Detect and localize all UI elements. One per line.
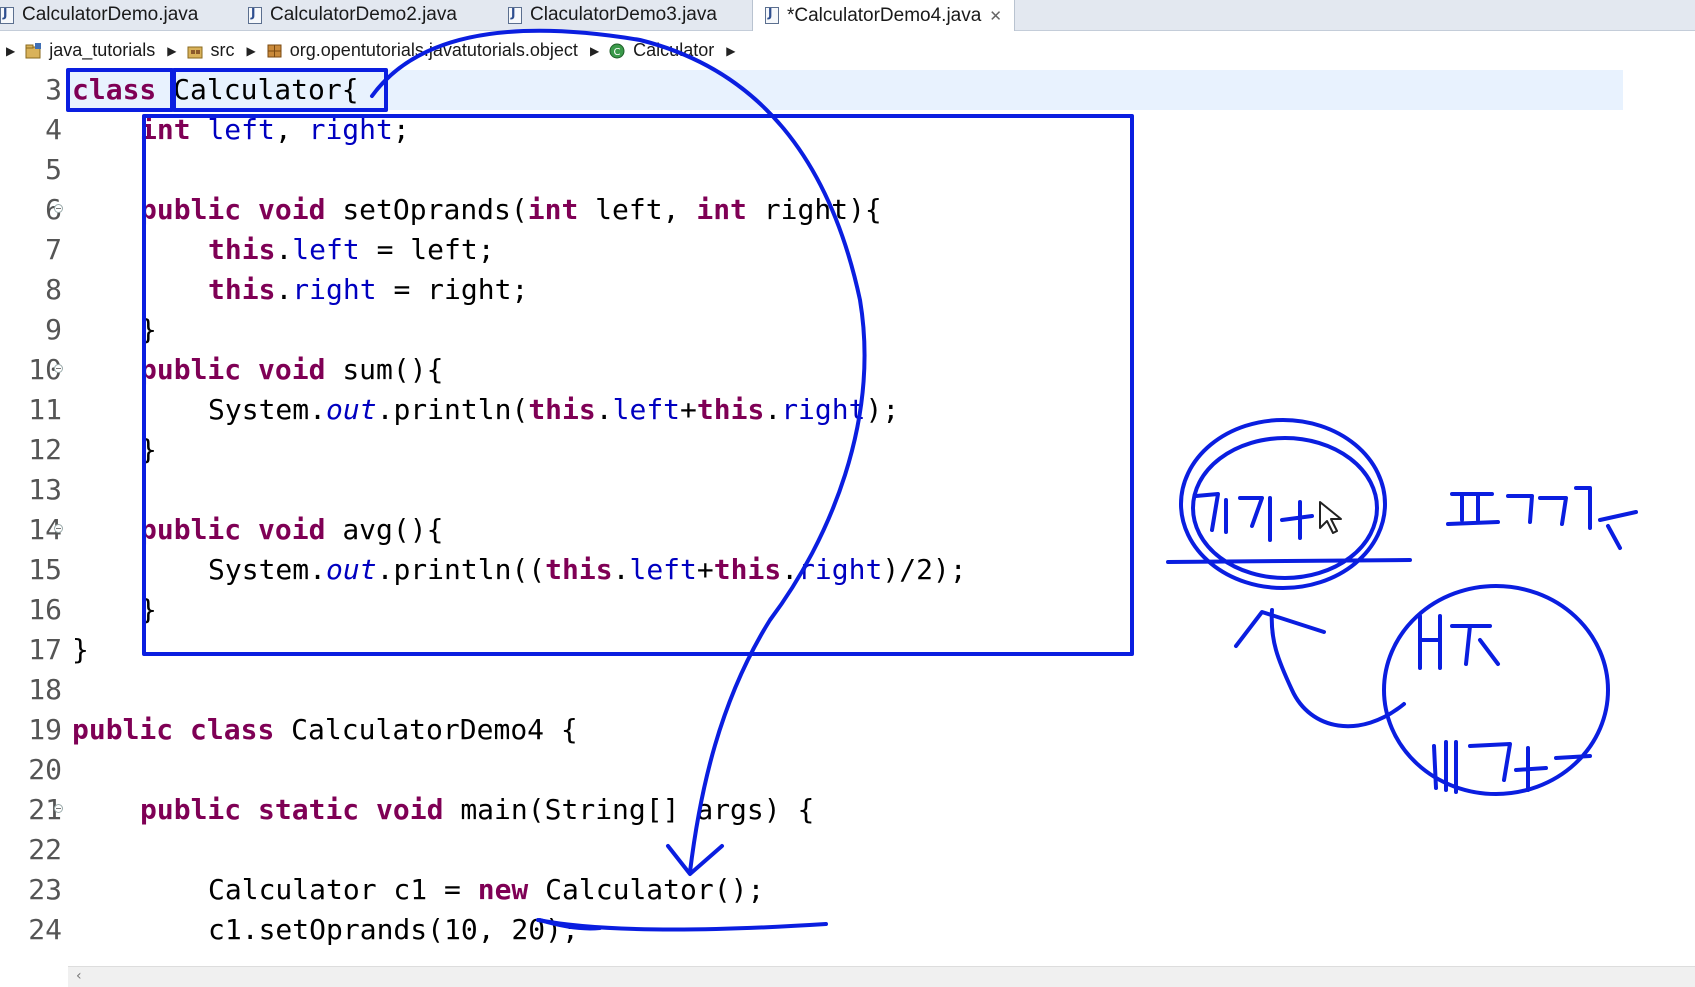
java-file-icon (248, 6, 262, 24)
line-number: 24 (28, 913, 62, 946)
code-line: public void avg(){ (140, 513, 444, 546)
tab-label: CalculatorDemo2.java (270, 4, 457, 25)
line-number: 16 (28, 593, 62, 626)
breadcrumb-label: org.opentutorials.javatutorials.object (289, 40, 578, 60)
package-folder-icon (187, 46, 203, 58)
line-number: 21 (28, 793, 63, 826)
tab-label: ClaculatorDemo3.java (530, 4, 717, 25)
code-line: System.out.println(this.left+this.right)… (208, 393, 900, 426)
close-icon[interactable]: ✕ (989, 7, 1002, 25)
line-number: 14 (28, 513, 63, 546)
tab-calculatordemo4[interactable]: *CalculatorDemo4.java ✕ (752, 0, 1015, 31)
tab-label: CalculatorDemo.java (22, 4, 199, 25)
breadcrumb-item-class[interactable]: C Calculator (609, 40, 714, 61)
breadcrumb-item-src[interactable]: src (187, 40, 235, 61)
breadcrumb: ▶ java_tutorials ▶ src ▶ org.opentutoria… (0, 31, 1695, 70)
java-file-icon (508, 6, 522, 24)
code-line: public void setOprands(int left, int rig… (140, 193, 882, 226)
chevron-right-icon[interactable]: ▶ (247, 44, 256, 58)
line-number: 8 (45, 273, 62, 306)
project-icon (25, 42, 42, 58)
code-line: public static void main(String[] args) { (140, 793, 815, 826)
line-number: 3 (45, 73, 62, 106)
fold-toggle-icon[interactable] (54, 364, 63, 373)
tab-calculatordemo2[interactable]: CalculatorDemo2.java (248, 0, 457, 30)
editor-tab-bar: CalculatorDemo.java CalculatorDemo2.java… (0, 0, 1695, 31)
fold-toggle-icon[interactable] (54, 524, 63, 533)
package-icon (267, 44, 282, 57)
tab-label: *CalculatorDemo4.java (787, 4, 982, 26)
code-line: public class CalculatorDemo4 { (72, 713, 578, 746)
line-number: 5 (45, 153, 62, 186)
java-file-icon (0, 6, 14, 24)
breadcrumb-label: java_tutorials (49, 40, 156, 60)
tab-calculatordemo[interactable]: CalculatorDemo.java (0, 0, 198, 30)
chevron-right-icon[interactable]: ▶ (6, 44, 15, 58)
line-number: 23 (28, 873, 62, 906)
code-line: } (72, 633, 89, 666)
line-number: 7 (45, 233, 62, 266)
breadcrumb-item-package[interactable]: org.opentutorials.javatutorials.object (266, 40, 578, 61)
breadcrumb-label: src (210, 40, 235, 60)
fold-toggle-icon[interactable] (54, 204, 63, 213)
chevron-right-icon[interactable]: ▶ (726, 44, 735, 58)
code-line: c1.setOprands(10, 20); (208, 913, 579, 946)
line-number: 13 (28, 473, 62, 506)
fold-toggle-icon[interactable] (54, 804, 63, 813)
code-area[interactable]: class Calculator{ int left, right; publi… (72, 70, 1695, 966)
code-line: public void sum(){ (140, 353, 444, 386)
tab-claculatordemo3[interactable]: ClaculatorDemo3.java (508, 0, 717, 30)
line-number-gutter: 3 4 5 6 7 8 9 10 11 12 13 14 15 16 17 18… (0, 70, 68, 966)
line-number: 22 (28, 833, 62, 866)
line-number: 12 (28, 433, 62, 466)
code-line: } (140, 433, 157, 466)
java-file-icon (765, 6, 779, 24)
code-line: this.right = right; (208, 273, 529, 306)
svg-text:C: C (614, 47, 621, 58)
class-icon: C (609, 43, 625, 58)
code-line: System.out.println((this.left+this.right… (208, 553, 967, 586)
code-line: } (140, 593, 157, 626)
horizontal-scrollbar[interactable]: ‹ (68, 966, 1695, 987)
chevron-right-icon[interactable]: ▶ (590, 44, 599, 58)
breadcrumb-label: Calculator (633, 40, 715, 60)
line-number: 17 (28, 633, 62, 666)
line-number: 19 (28, 713, 62, 746)
chevron-right-icon[interactable]: ▶ (167, 44, 176, 58)
line-number: 11 (28, 393, 62, 426)
code-line: int left, right; (140, 113, 410, 146)
line-number: 4 (45, 113, 62, 146)
line-number: 15 (28, 553, 62, 586)
code-line: class Calculator{ (72, 73, 359, 106)
breadcrumb-item-project[interactable]: java_tutorials (25, 40, 155, 61)
line-number: 18 (28, 673, 62, 706)
code-line: } (140, 313, 157, 346)
line-number: 6 (0, 190, 63, 230)
code-editor[interactable]: 3 4 5 6 7 8 9 10 11 12 13 14 15 16 17 18… (0, 70, 1695, 966)
scroll-left-arrow-icon[interactable]: ‹ (76, 968, 82, 984)
line-number: 9 (45, 313, 62, 346)
code-line: Calculator c1 = new Calculator(); (208, 873, 765, 906)
line-number: 20 (28, 753, 62, 786)
line-number: 10 (28, 353, 63, 386)
code-line: this.left = left; (208, 233, 495, 266)
